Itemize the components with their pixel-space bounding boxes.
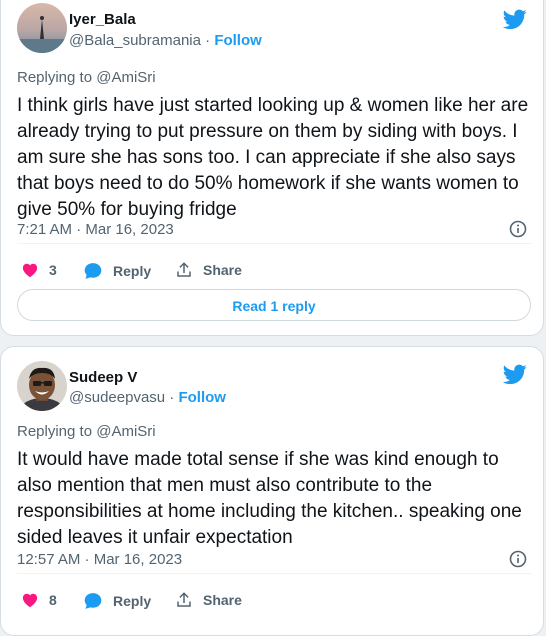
follow-link[interactable]: Follow xyxy=(178,389,226,406)
replying-to[interactable]: Replying to @AmiSri xyxy=(17,423,156,440)
speech-bubble-icon xyxy=(84,593,102,609)
divider xyxy=(17,243,531,244)
share-upload-icon xyxy=(177,592,191,607)
twitter-bird-icon[interactable] xyxy=(503,7,527,31)
tweet-card: Iyer_Bala @Bala_subramania · Follow Repl… xyxy=(0,0,544,336)
heart-icon xyxy=(22,593,38,608)
share-button[interactable]: Share xyxy=(175,591,242,609)
reply-button[interactable]: Reply xyxy=(83,261,151,281)
separator: · xyxy=(205,32,211,49)
like-count: 3 xyxy=(49,262,57,278)
handle-row: @sudeepvasu · Follow xyxy=(69,389,226,406)
share-button[interactable]: Share xyxy=(175,261,242,279)
twitter-bird-icon[interactable] xyxy=(503,362,527,386)
share-label: Share xyxy=(203,262,242,278)
tweet-card: Sudeep V @sudeepvasu · Follow Replying t… xyxy=(0,346,544,636)
replying-to[interactable]: Replying to @AmiSri xyxy=(17,69,156,86)
handle[interactable]: @sudeepvasu xyxy=(69,389,165,406)
timestamp[interactable]: 7:21 AM · Mar 16, 2023 xyxy=(17,221,174,238)
reply-button[interactable]: Reply xyxy=(83,591,151,611)
share-label: Share xyxy=(203,592,242,608)
handle-row: @Bala_subramania · Follow xyxy=(69,32,262,49)
timestamp[interactable]: 12:57 AM · Mar 16, 2023 xyxy=(17,551,182,568)
follow-link[interactable]: Follow xyxy=(214,32,262,49)
avatar[interactable] xyxy=(17,3,67,53)
speech-bubble-icon xyxy=(84,263,102,279)
info-icon[interactable] xyxy=(509,220,527,238)
tweet-text: I think girls have just started looking … xyxy=(17,95,529,220)
like-button[interactable]: 3 xyxy=(21,261,57,279)
display-name[interactable]: Iyer_Bala xyxy=(69,11,136,28)
divider xyxy=(17,573,531,574)
read-replies-button[interactable]: Read 1 reply xyxy=(17,289,531,321)
handle[interactable]: @Bala_subramania xyxy=(69,32,201,49)
reply-label: Reply xyxy=(113,593,152,609)
share-upload-icon xyxy=(177,262,191,277)
tweet-text: It would have made total sense if she wa… xyxy=(17,449,522,548)
like-count: 8 xyxy=(49,592,57,608)
reply-label: Reply xyxy=(113,263,152,279)
like-button[interactable]: 8 xyxy=(21,591,57,609)
heart-icon xyxy=(22,263,38,278)
display-name[interactable]: Sudeep V xyxy=(69,369,137,386)
avatar[interactable] xyxy=(17,361,67,411)
info-icon[interactable] xyxy=(509,550,527,568)
separator: · xyxy=(169,389,175,406)
